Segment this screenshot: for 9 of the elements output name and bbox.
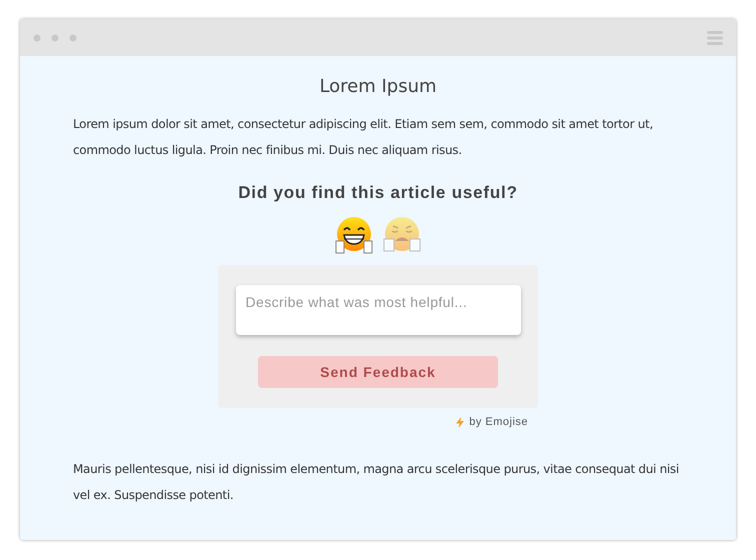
article-title: Lorem Ipsum <box>319 76 437 97</box>
feedback-question: Did you find this article useful? <box>238 183 518 203</box>
article-paragraph: Mauris pellentesque, nisi id dignissim elementum, magna arcu scelerisque purus, vitae consequat dui nisi vel ex. Suspendisse potenti. <box>73 461 680 504</box>
lightning-icon <box>456 416 464 428</box>
menu-icon[interactable] <box>707 30 723 44</box>
article-paragraph: Lorem ipsum dolor sit amet, consectetur adipiscing elit. Etiam sem sem, commodo sit amet tortor ut, commodo luctus ligula. Proin nec finibus mi. Duis nec aliquam risus. <box>73 116 654 159</box>
feedback-input[interactable]: Describe what was most helpful... <box>236 285 520 335</box>
credit-text: by Emojise <box>469 416 528 428</box>
window-dots-icon <box>33 34 77 42</box>
